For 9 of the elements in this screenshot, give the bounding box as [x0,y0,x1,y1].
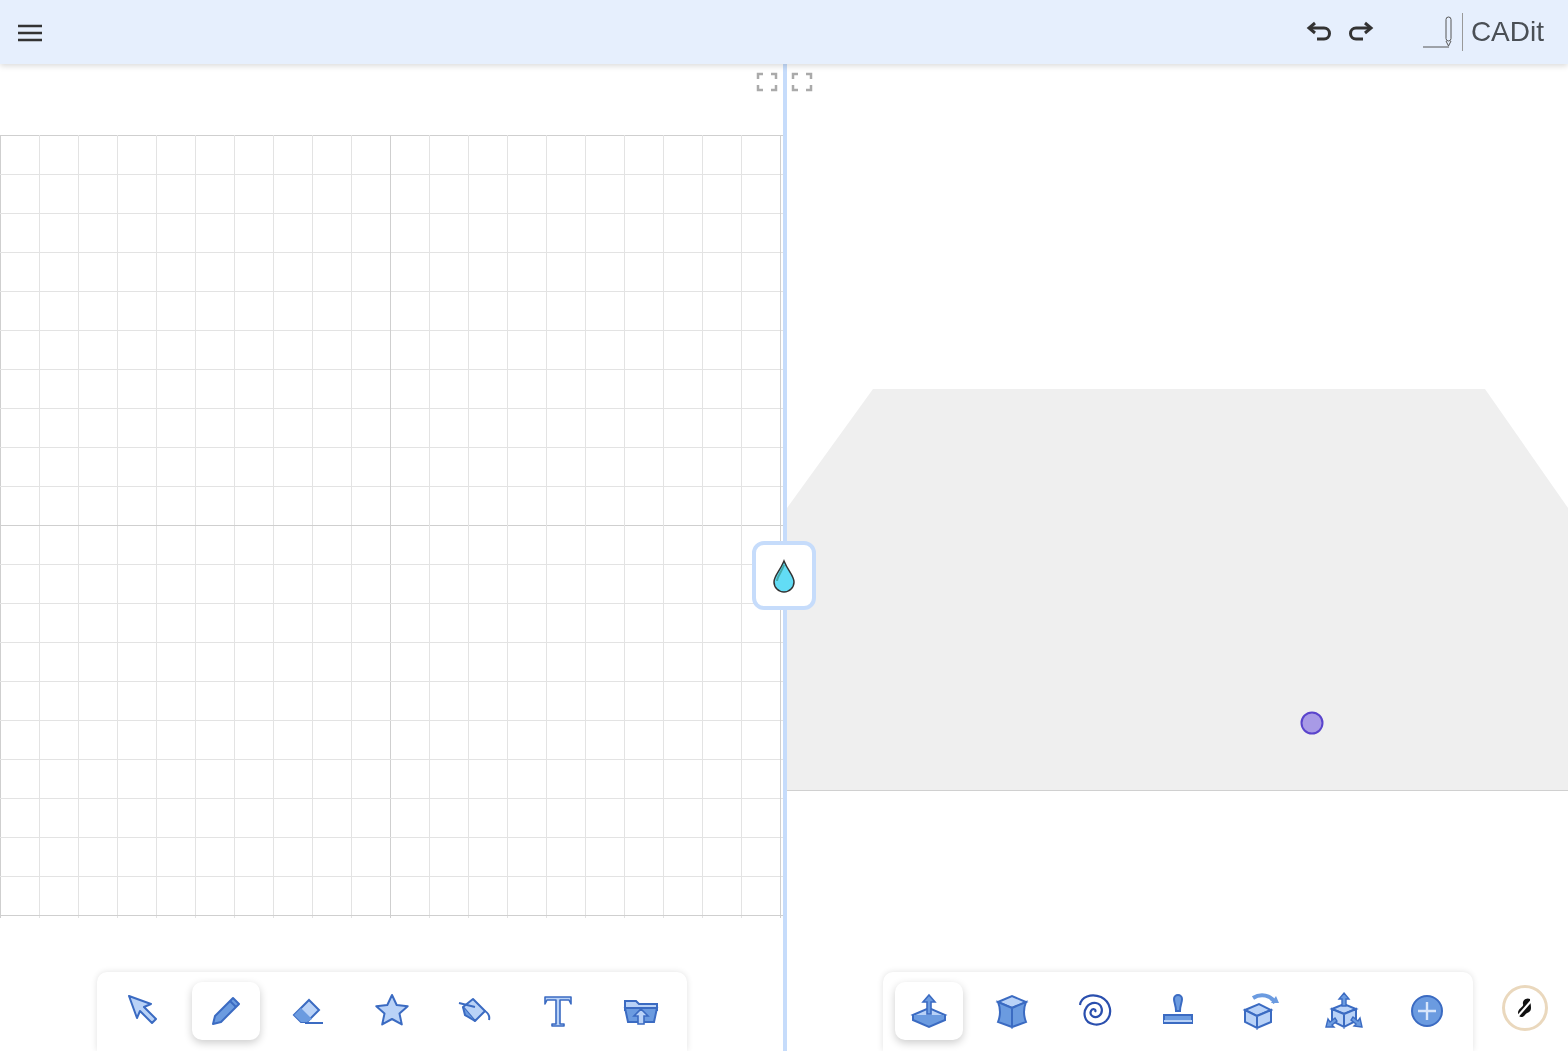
view-toggle-button[interactable] [1502,985,1548,1031]
app-title: CADit [1470,15,1544,49]
droplet-icon [771,558,797,593]
scale-box-icon [1323,991,1364,1031]
pencil-line-icon [1421,14,1454,50]
point-marker [1299,710,1325,736]
tool-button[interactable] [191,982,260,1040]
tool-button[interactable] [894,982,963,1040]
droplet-button[interactable] [752,541,816,610]
